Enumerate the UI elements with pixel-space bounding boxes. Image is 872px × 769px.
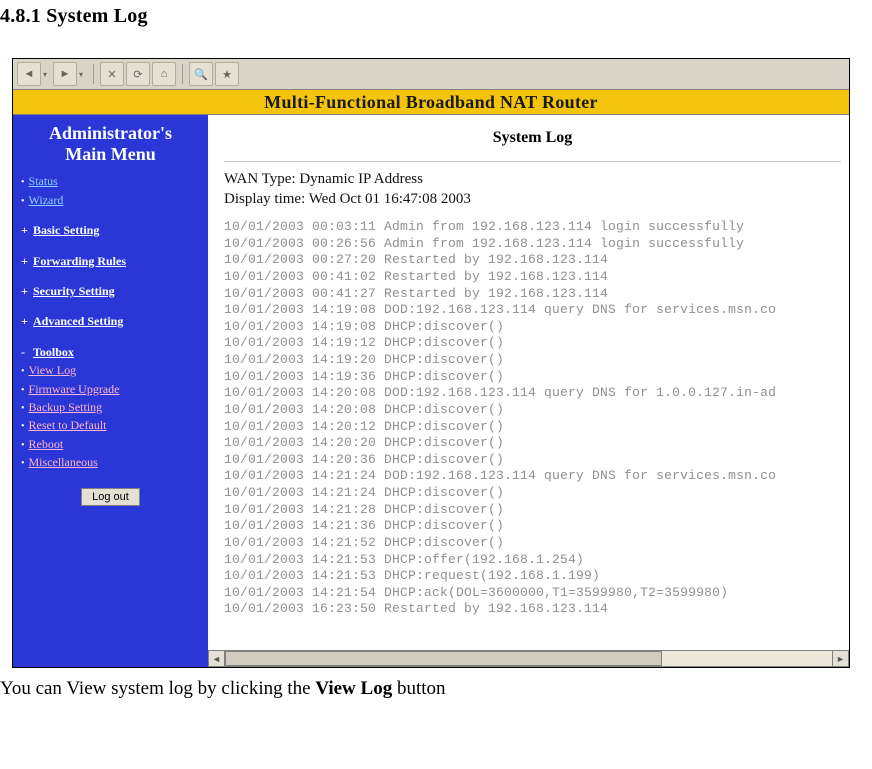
bullet-icon: • bbox=[21, 367, 25, 377]
content-area: System Log WAN Type: Dynamic IP Address … bbox=[208, 115, 849, 668]
bullet-icon: • bbox=[21, 386, 25, 396]
sidebar-item-backup[interactable]: Backup Setting bbox=[29, 400, 103, 414]
sidebar-item-status[interactable]: Status bbox=[29, 174, 58, 188]
sidebar-cat-forwarding[interactable]: Forwarding Rules bbox=[33, 254, 126, 268]
sidebar-item-reboot[interactable]: Reboot bbox=[29, 437, 64, 451]
scroll-right-button[interactable]: ► bbox=[832, 650, 849, 667]
sidebar: Administrator's Main Menu • Status • Wizar… bbox=[13, 115, 208, 668]
horizontal-scrollbar[interactable]: ◄ ► bbox=[208, 650, 849, 667]
back-button[interactable]: ◄ bbox=[17, 62, 41, 86]
sidebar-cat-security[interactable]: Security Setting bbox=[33, 284, 115, 298]
caption-text-1: You can View system log by clicking the bbox=[0, 678, 315, 699]
scroll-left-button[interactable]: ◄ bbox=[208, 650, 225, 667]
caption-text-2: button bbox=[392, 678, 445, 699]
sidebar-cat-advanced[interactable]: Advanced Setting bbox=[33, 314, 123, 328]
toolbar-separator bbox=[93, 64, 94, 84]
back-dropdown[interactable]: ▾ bbox=[43, 70, 51, 79]
minus-icon: - bbox=[21, 345, 29, 359]
sidebar-title: Administrator's Main Menu bbox=[13, 121, 208, 172]
caption-bold: View Log bbox=[315, 678, 392, 699]
screenshot-frame: ◄ ▾ ► ▾ ✕ ⟳ ⌂ 🔍 ★ Multi-Functional Broad… bbox=[12, 58, 850, 668]
doc-section-heading: 4.8.1 System Log bbox=[0, 0, 872, 28]
sidebar-cat-toolbox[interactable]: Toolbox bbox=[33, 345, 74, 359]
refresh-button[interactable]: ⟳ bbox=[126, 62, 150, 86]
forward-dropdown[interactable]: ▾ bbox=[79, 70, 87, 79]
bullet-icon: • bbox=[21, 441, 25, 451]
scroll-thumb[interactable] bbox=[225, 651, 662, 666]
sidebar-item-reset[interactable]: Reset to Default bbox=[29, 418, 107, 432]
sidebar-title-l2: Main Menu bbox=[65, 144, 156, 164]
doc-caption: You can View system log by clicking the … bbox=[0, 678, 872, 700]
favorites-button[interactable]: ★ bbox=[215, 62, 239, 86]
wan-type-line: WAN Type: Dynamic IP Address bbox=[224, 170, 841, 190]
stop-button[interactable]: ✕ bbox=[100, 62, 124, 86]
sidebar-list: • Status • Wizard + Basic Setting + Forwardi… bbox=[13, 172, 208, 471]
display-time-line: Display time: Wed Oct 01 16:47:08 2003 bbox=[224, 190, 841, 210]
divider bbox=[224, 161, 841, 162]
sidebar-item-misc[interactable]: Miscellaneous bbox=[29, 455, 98, 469]
sidebar-item-viewlog[interactable]: View Log bbox=[29, 363, 77, 377]
meta-block: WAN Type: Dynamic IP Address Display tim… bbox=[224, 170, 841, 209]
sidebar-item-wizard[interactable]: Wizard bbox=[29, 193, 64, 207]
page-title: System Log bbox=[224, 129, 841, 147]
bullet-icon: • bbox=[21, 459, 25, 469]
bullet-icon: • bbox=[21, 178, 25, 188]
plus-icon: + bbox=[21, 223, 29, 237]
bullet-icon: • bbox=[21, 404, 25, 414]
app-body: Administrator's Main Menu • Status • Wizar… bbox=[13, 115, 849, 668]
router-banner: Multi-Functional Broadband NAT Router bbox=[13, 90, 849, 115]
system-log: 10/01/2003 00:03:11 Admin from 192.168.1… bbox=[224, 219, 841, 618]
plus-icon: + bbox=[21, 284, 29, 298]
scroll-track[interactable] bbox=[225, 650, 832, 667]
sidebar-cat-basic[interactable]: Basic Setting bbox=[33, 223, 99, 237]
bullet-icon: • bbox=[21, 197, 25, 207]
sidebar-item-firmware[interactable]: Firmware Upgrade bbox=[29, 382, 120, 396]
toolbar-separator-2 bbox=[182, 64, 183, 84]
bullet-icon: • bbox=[21, 422, 25, 432]
plus-icon: + bbox=[21, 254, 29, 268]
search-button[interactable]: 🔍 bbox=[189, 62, 213, 86]
browser-toolbar: ◄ ▾ ► ▾ ✕ ⟳ ⌂ 🔍 ★ bbox=[13, 59, 849, 90]
sidebar-title-l1: Administrator's bbox=[49, 123, 172, 143]
forward-button[interactable]: ► bbox=[53, 62, 77, 86]
logout-button[interactable]: Log out bbox=[81, 488, 140, 506]
plus-icon: + bbox=[21, 314, 29, 328]
home-button[interactable]: ⌂ bbox=[152, 62, 176, 86]
